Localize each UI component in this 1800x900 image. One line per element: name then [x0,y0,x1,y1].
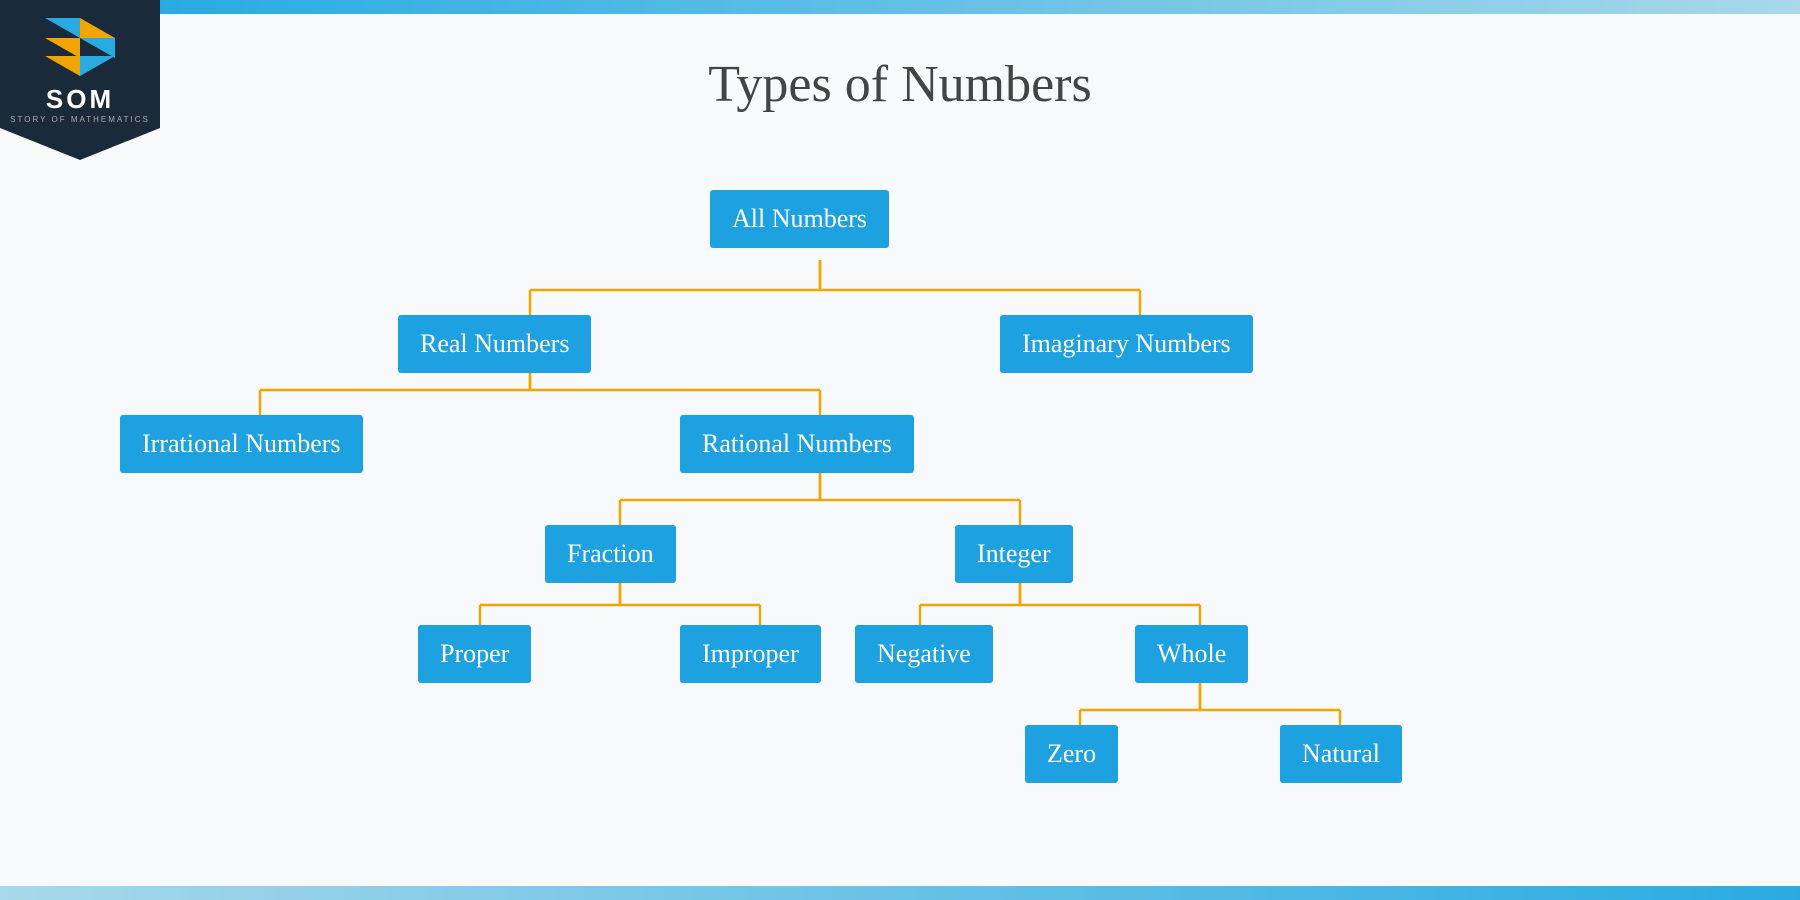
node-improper: Improper [680,625,821,683]
node-all-numbers: All Numbers [710,190,889,248]
node-zero: Zero [1025,725,1118,783]
node-whole: Whole [1135,625,1248,683]
node-fraction: Fraction [545,525,676,583]
node-natural: Natural [1280,725,1402,783]
node-imaginary-numbers: Imaginary Numbers [1000,315,1253,373]
node-irrational-numbers: Irrational Numbers [120,415,363,473]
page-title: Types of Numbers [0,55,1800,114]
node-proper: Proper [418,625,531,683]
bottom-stripe [0,886,1800,900]
connector-lines [0,160,1800,886]
logo-subtext: STORY OF MATHEMATICS [10,115,150,124]
node-negative: Negative [855,625,993,683]
node-integer: Integer [955,525,1073,583]
node-rational-numbers: Rational Numbers [680,415,914,473]
node-real-numbers: Real Numbers [398,315,591,373]
top-stripe [160,0,1800,14]
diagram: All Numbers Real Numbers Imaginary Numbe… [0,160,1800,886]
